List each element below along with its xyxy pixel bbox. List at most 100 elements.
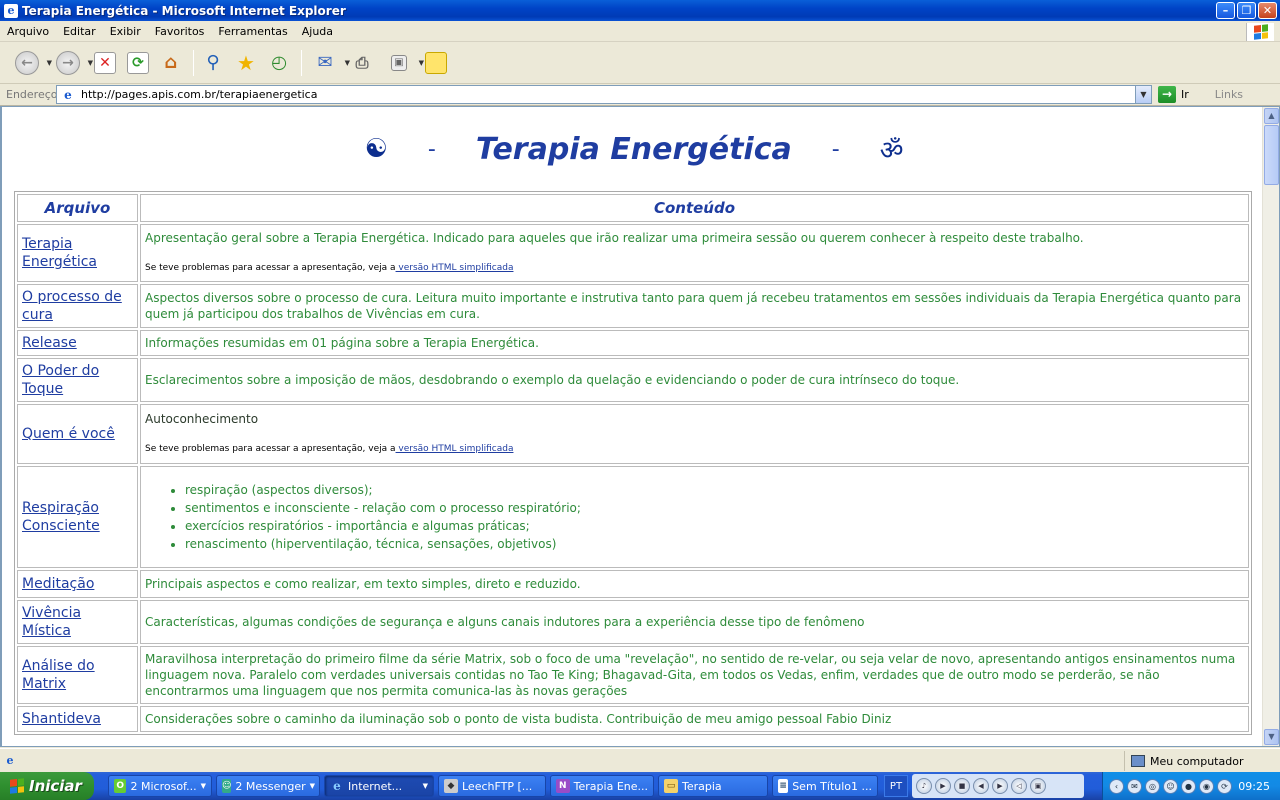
file-link[interactable]: Shantideva: [22, 711, 101, 727]
list-item: sentimentos e inconsciente - relação com…: [185, 500, 1244, 516]
menu-exibir[interactable]: Exibir: [103, 25, 148, 38]
menu-ferramentas[interactable]: Ferramentas: [211, 25, 294, 38]
print-button[interactable]: ⎙: [347, 48, 377, 78]
start-button[interactable]: Iniciar: [0, 772, 94, 800]
stop-button[interactable]: ✕: [90, 48, 120, 78]
vertical-scrollbar[interactable]: ▲ ▼: [1262, 107, 1279, 746]
file-link[interactable]: Quem é você: [22, 426, 115, 442]
menu-ajuda[interactable]: Ajuda: [295, 25, 340, 38]
row-description: Maravilhosa interpretação do primeiro fi…: [140, 646, 1249, 704]
task-microsoft[interactable]: O 2 Microsof... ▼: [108, 775, 212, 797]
office-icon: O: [114, 779, 127, 793]
file-link[interactable]: Respiração Consciente: [22, 500, 100, 534]
menu-favoritos[interactable]: Favoritos: [148, 25, 212, 38]
simplified-html-link[interactable]: versão HTML simplificada: [396, 263, 513, 273]
edit-button[interactable]: ▣ ▼: [380, 48, 424, 78]
list-item: respiração (aspectos diversos);: [185, 482, 1244, 498]
toolbar: ← ▼ → ▼ ✕ ⟳ ⌂ ⚲ ★ ◴ ✉ ▼ ⎙ ▣ ▼: [0, 42, 1280, 84]
note-text: Se teve problemas para acessar a apresen…: [145, 444, 396, 454]
update-icon[interactable]: ⟳: [1217, 778, 1232, 794]
clock: 09:25: [1238, 779, 1270, 793]
address-dropdown[interactable]: ▼: [1135, 86, 1151, 103]
table-row: Análise do Matrix Maravilhosa interpreta…: [17, 646, 1249, 704]
file-link[interactable]: Terapia Energética: [22, 236, 97, 270]
home-icon: ⌂: [164, 52, 178, 73]
restore-button[interactable]: ❐: [1237, 2, 1256, 19]
file-link[interactable]: Meditação: [22, 576, 94, 592]
security-icon[interactable]: ◉: [1199, 778, 1214, 794]
yin-yang-icon: ☯: [364, 134, 388, 164]
file-link[interactable]: Análise do Matrix: [22, 658, 95, 692]
back-button[interactable]: ← ▼: [8, 48, 52, 78]
home-button[interactable]: ⌂: [156, 48, 186, 78]
scroll-thumb[interactable]: [1264, 125, 1279, 185]
menu-arquivo[interactable]: Arquivo: [0, 25, 56, 38]
search-button[interactable]: ⚲: [198, 48, 228, 78]
document-icon: ≡: [778, 779, 789, 793]
table-row: O processo de cura Aspectos diversos sob…: [17, 284, 1249, 328]
app-icon: N: [556, 779, 570, 793]
task-label: LeechFTP [...: [462, 779, 533, 793]
address-label: Endereço: [6, 88, 58, 101]
close-button[interactable]: ✕: [1258, 2, 1277, 19]
go-arrow-icon: →: [1158, 86, 1176, 103]
favorites-button[interactable]: ★: [231, 48, 261, 78]
task-terapia[interactable]: ▭ Terapia: [658, 775, 768, 797]
menu-bar: Arquivo Editar Exibir Favoritos Ferramen…: [0, 21, 1280, 42]
stop-icon[interactable]: ■: [954, 778, 970, 794]
page-heading: ☯ - Terapia Energética - ॐ: [14, 107, 1254, 191]
previous-icon[interactable]: ◀: [973, 778, 989, 794]
mail-tray-icon[interactable]: ✉: [1127, 778, 1142, 794]
tray-arrow-icon[interactable]: ‹: [1109, 778, 1124, 794]
table-row: Respiração Consciente respiração (aspect…: [17, 466, 1249, 568]
scroll-down-button[interactable]: ▼: [1264, 729, 1279, 745]
task-internet-explorer[interactable]: e Internet... ▼: [324, 775, 434, 797]
computer-icon: [1131, 755, 1145, 767]
messenger-tray-icon[interactable]: ☺: [1163, 778, 1178, 794]
simplified-html-link[interactable]: versão HTML simplificada: [396, 444, 513, 454]
address-input[interactable]: e http://pages.apis.com.br/terapiaenerge…: [56, 85, 1152, 104]
go-button[interactable]: → Ir: [1158, 86, 1189, 103]
file-link[interactable]: Release: [22, 335, 77, 351]
menu-editar[interactable]: Editar: [56, 25, 103, 38]
search-icon: ⚲: [206, 52, 220, 73]
play-icon[interactable]: ▶: [935, 778, 951, 794]
table-row: Release Informações resumidas em 01 pági…: [17, 330, 1249, 356]
task-label: 2 Messenger: [235, 779, 306, 793]
mail-button[interactable]: ✉ ▼: [306, 48, 350, 78]
next-icon[interactable]: ▶: [992, 778, 1008, 794]
forward-button[interactable]: → ▼: [49, 48, 93, 78]
list-item: exercícios respiratórios - importância e…: [185, 518, 1244, 534]
refresh-button[interactable]: ⟳: [123, 48, 153, 78]
minimize-button[interactable]: –: [1216, 2, 1235, 19]
file-link[interactable]: O Poder do Toque: [22, 363, 99, 397]
links-button[interactable]: Links: [1215, 88, 1243, 101]
ie-icon: e: [4, 3, 18, 18]
forward-icon: →: [56, 50, 80, 75]
description-text: Autoconhecimento: [145, 412, 259, 426]
heading-dash: -: [427, 136, 436, 162]
column-header-file: Arquivo: [17, 194, 138, 222]
language-indicator[interactable]: PT: [884, 775, 908, 797]
row-description: Esclarecimentos sobre a imposição de mão…: [140, 358, 1249, 402]
status-bar: e Meu computador: [0, 748, 1280, 772]
restore-player-icon[interactable]: ▣: [1030, 778, 1046, 794]
task-label: Terapia: [682, 779, 722, 793]
media-player-icon[interactable]: ♪: [916, 778, 932, 794]
scroll-up-button[interactable]: ▲: [1264, 108, 1279, 124]
file-link[interactable]: Vivência Mística: [22, 605, 81, 639]
task-terapia-ene[interactable]: N Terapia Ene...: [550, 775, 654, 797]
history-button[interactable]: ◴: [264, 48, 294, 78]
notes-button[interactable]: [421, 48, 451, 78]
antivirus-icon[interactable]: ●: [1181, 778, 1196, 794]
task-messenger[interactable]: ☺ 2 Messenger ▼: [216, 775, 320, 797]
task-leechftp[interactable]: ◆ LeechFTP [...: [438, 775, 546, 797]
back-icon: ←: [15, 50, 39, 75]
file-link[interactable]: O processo de cura: [22, 289, 122, 323]
volume-icon[interactable]: ◁: [1011, 778, 1027, 794]
note-text: Se teve problemas para acessar a apresen…: [145, 263, 396, 273]
note-icon: [425, 51, 447, 74]
network-icon[interactable]: ◎: [1145, 778, 1160, 794]
task-sem-titulo[interactable]: ≡ Sem Título1 ...: [772, 775, 878, 797]
table-row: O Poder do Toque Esclarecimentos sobre a…: [17, 358, 1249, 402]
